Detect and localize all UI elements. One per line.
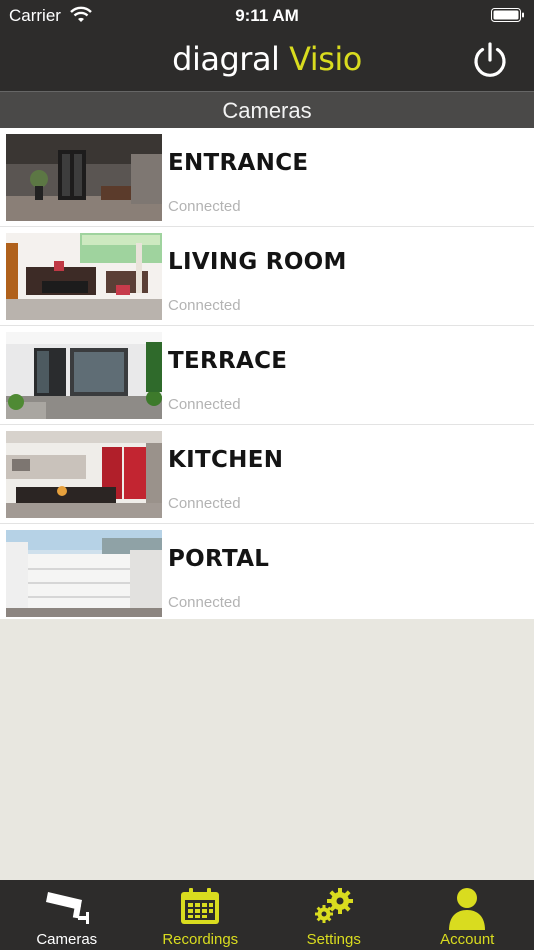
tab-account[interactable]: Account	[401, 880, 534, 950]
camera-status: Connected	[168, 594, 241, 611]
battery-icon	[491, 8, 524, 22]
camera-row-living-room[interactable]: LIVING ROOM Connected	[0, 227, 534, 326]
camera-row-kitchen[interactable]: KITCHEN Connected	[0, 425, 534, 524]
camera-name: PORTAL	[168, 546, 270, 572]
camera-status: Connected	[168, 396, 241, 413]
logo-brand: diagral	[172, 40, 280, 78]
camera-row-portal[interactable]: PORTAL Connected	[0, 524, 534, 619]
tab-label: Account	[440, 931, 495, 948]
tab-label: Settings	[306, 931, 361, 948]
camera-thumbnail-entrance	[6, 134, 162, 221]
camera-name: LIVING ROOM	[168, 249, 347, 275]
camera-status: Connected	[168, 297, 241, 314]
camera-row-terrace[interactable]: TERRACE Connected	[0, 326, 534, 425]
gears-icon	[314, 888, 353, 923]
camera-thumbnail-living-room	[6, 233, 162, 320]
app-header: diagral Visio	[0, 30, 534, 91]
power-icon[interactable]	[470, 40, 510, 80]
page-title: Cameras	[0, 91, 534, 128]
camera-name: TERRACE	[168, 348, 288, 374]
tab-bar: Cameras Recordings Settings Account	[0, 880, 534, 950]
camera-name: KITCHEN	[168, 447, 284, 473]
user-icon	[449, 888, 486, 930]
camera-thumbnail-terrace	[6, 332, 162, 419]
logo-product: Visio	[289, 40, 362, 78]
camera-list: ENTRANCE Connected LIVING ROOM Connected	[0, 128, 534, 619]
camera-thumbnail-kitchen	[6, 431, 162, 518]
tab-label: Recordings	[162, 931, 239, 948]
tab-cameras[interactable]: Cameras	[0, 880, 134, 950]
camera-name: ENTRANCE	[168, 150, 309, 176]
tab-settings[interactable]: Settings	[267, 880, 401, 950]
camera-row-entrance[interactable]: ENTRANCE Connected	[0, 128, 534, 227]
clock: 9:11 AM	[235, 6, 299, 25]
tab-recordings[interactable]: Recordings	[134, 880, 268, 950]
camera-status: Connected	[168, 198, 241, 215]
camera-thumbnail-portal	[6, 530, 162, 617]
camera-icon	[45, 892, 89, 924]
status-bar: Carrier 9:11 AM	[0, 0, 534, 30]
camera-status: Connected	[168, 495, 241, 512]
calendar-icon	[181, 888, 220, 924]
tab-label: Cameras	[36, 931, 98, 948]
app-logo: diagral Visio	[0, 40, 534, 78]
